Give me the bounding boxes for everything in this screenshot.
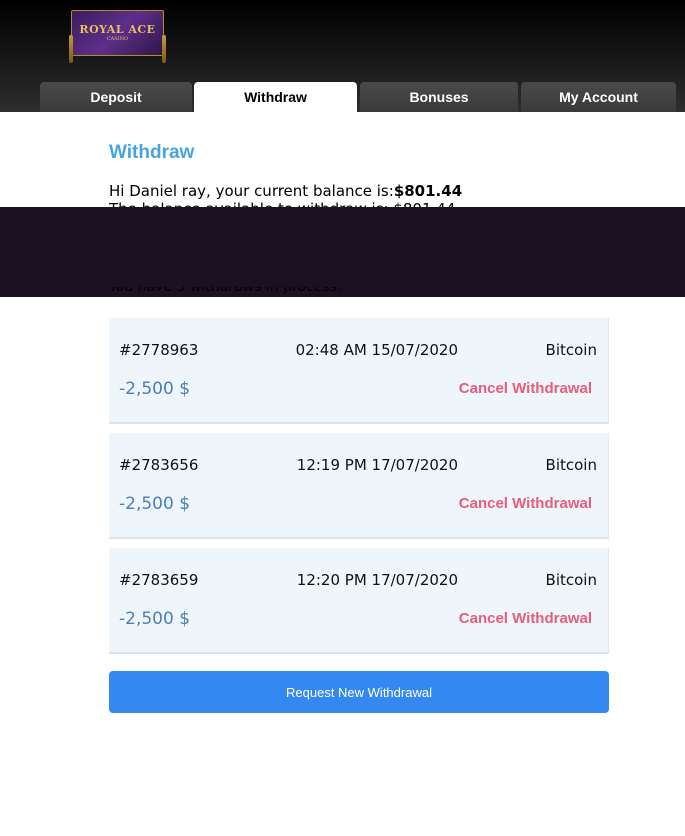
cancel-withdrawal-button[interactable]: Cancel Withdrawal: [459, 495, 592, 512]
withdrawal-id: #2783656: [119, 456, 199, 474]
logo-text: ROYAL ACE: [79, 23, 156, 36]
page-title: Withdraw: [109, 142, 195, 163]
logo-subtext: CASINO: [106, 36, 129, 42]
withdrawal-id: #2778963: [119, 341, 199, 359]
tab-withdraw[interactable]: Withdraw: [194, 82, 357, 112]
withdrawal-datetime: 12:20 PM 17/07/2020: [296, 571, 458, 589]
withdrawal-card: #2783656 12:19 PM 17/07/2020 Bitcoin -2,…: [109, 433, 609, 539]
withdrawal-datetime: 12:19 PM 17/07/2020: [296, 456, 458, 474]
tab-bonuses[interactable]: Bonuses: [360, 82, 518, 112]
withdrawal-amount: -2,500 $: [119, 609, 191, 629]
available-balance-line: The balance available to withdraw is: $8…: [109, 200, 455, 207]
cancel-withdrawal-button[interactable]: Cancel Withdrawal: [459, 610, 592, 627]
tab-my-account[interactable]: My Account: [521, 82, 676, 112]
balance-line: Hi Daniel ray, your current balance is:$…: [109, 182, 462, 200]
withdrawal-method: Bitcoin: [545, 456, 597, 474]
withdrawal-method: Bitcoin: [545, 341, 597, 359]
withdraws-in-process-line: You have 3 withdraws in process:: [109, 287, 349, 297]
withdrawal-method: Bitcoin: [545, 571, 597, 589]
tab-deposit[interactable]: Deposit: [40, 82, 192, 112]
withdrawal-card: #2783659 12:20 PM 17/07/2020 Bitcoin -2,…: [109, 548, 609, 654]
cancel-withdrawal-button[interactable]: Cancel Withdrawal: [459, 380, 592, 397]
withdrawal-id: #2783659: [119, 571, 199, 589]
withdrawal-datetime: 02:48 AM 15/07/2020: [295, 341, 458, 359]
withdrawal-amount: -2,500 $: [119, 379, 191, 399]
royal-ace-logo[interactable]: ROYAL ACE CASINO: [69, 10, 166, 63]
overlay-band: [0, 207, 685, 297]
withdraws-in-process-text: You have 3 withdraws in process:: [109, 287, 342, 295]
withdrawal-amount: -2,500 $: [119, 494, 191, 514]
withdrawal-card: #2778963 02:48 AM 15/07/2020 Bitcoin -2,…: [109, 318, 609, 424]
balance-prefix: Hi Daniel ray, your current balance is:: [109, 182, 394, 200]
tassel-right-icon: [162, 35, 166, 63]
tassel-left-icon: [69, 35, 73, 63]
balance-value: $801.44: [393, 182, 463, 200]
request-new-withdrawal-button[interactable]: Request New Withdrawal: [109, 671, 609, 713]
